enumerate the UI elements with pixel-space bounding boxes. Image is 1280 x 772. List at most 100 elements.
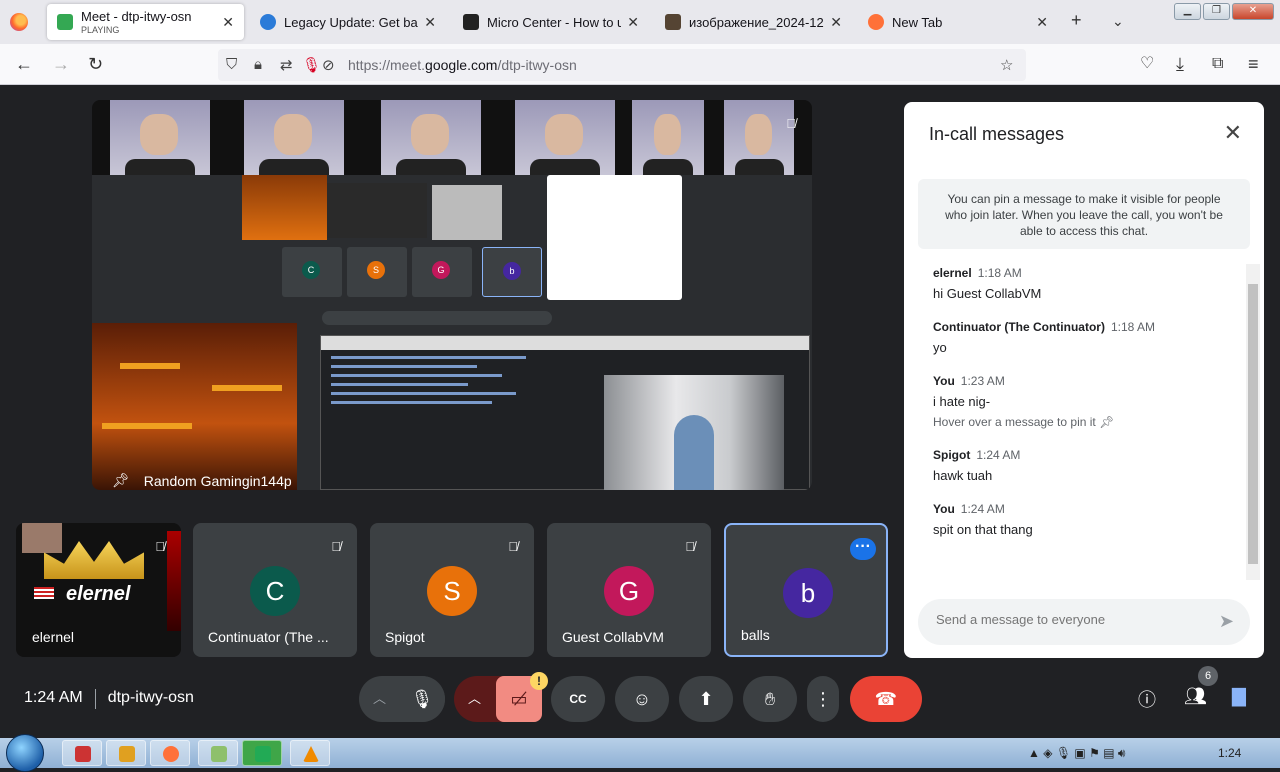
video-controls: ︿ ▭̸ ! bbox=[454, 672, 548, 722]
close-icon[interactable]: ✕ bbox=[1224, 120, 1242, 146]
chat-message[interactable]: You 1:24 AM spit on that thang bbox=[933, 502, 1243, 537]
message-sender: elernel bbox=[933, 266, 972, 280]
tile-banner-text: elernel bbox=[66, 583, 131, 605]
taskbar-item[interactable] bbox=[242, 740, 282, 766]
chat-message[interactable]: Spigot 1:24 AM hawk tuah bbox=[933, 448, 1243, 483]
taskbar-item[interactable] bbox=[150, 740, 190, 766]
present-button[interactable]: ⬆︎ bbox=[679, 676, 733, 722]
forward-arrow-icon[interactable]: → bbox=[52, 54, 70, 74]
message-time: 1:24 AM bbox=[976, 448, 1021, 462]
network-tray-icon[interactable]: ◈ bbox=[1043, 746, 1052, 760]
maximize-button[interactable]: ❐ bbox=[1203, 3, 1230, 20]
more-options-icon[interactable]: ··· bbox=[850, 538, 876, 560]
url-text[interactable]: https://meet.google.com/dtp-itwy-osn bbox=[348, 57, 577, 73]
hand-icon: ✋︎ bbox=[764, 689, 776, 709]
tab-image[interactable]: изображение_2024-12-08_ ✕ bbox=[655, 4, 852, 40]
reload-icon[interactable]: ↻ bbox=[88, 54, 103, 74]
chat-panel: In-call messages ✕ You can pin a message… bbox=[904, 102, 1264, 658]
message-text: i hate nig- bbox=[933, 394, 991, 409]
close-tab-icon[interactable]: ✕ bbox=[1036, 14, 1048, 31]
message-text: hi Guest CollabVM bbox=[933, 286, 1042, 301]
audio-controls: ︿ 🎙︎ bbox=[359, 676, 445, 722]
emoji-button[interactable]: ☺ bbox=[615, 676, 669, 722]
tray-icon[interactable]: ▣ bbox=[1074, 746, 1085, 760]
participant-name: Spigot bbox=[385, 629, 425, 645]
more-options-button[interactable]: ⋮ bbox=[807, 676, 839, 722]
list-tabs-chevron-icon[interactable]: ⌄ bbox=[1112, 13, 1124, 30]
video-frame bbox=[632, 100, 704, 175]
chat-scrollbar[interactable] bbox=[1246, 264, 1260, 580]
pinned-video[interactable]: C S G b 🎙̸ 📌︎ Random Gamingin144p bbox=[92, 100, 812, 490]
people-icon[interactable]: 👥︎ bbox=[1184, 686, 1207, 707]
meet-favicon-icon bbox=[57, 14, 73, 30]
back-arrow-icon[interactable]: ← bbox=[15, 54, 33, 74]
microphone-permission-icon[interactable]: 🎙︎ bbox=[302, 56, 321, 74]
microphone-icon[interactable]: 🎙︎ bbox=[399, 676, 445, 722]
audio-options-chevron-icon[interactable]: ︿ bbox=[373, 676, 386, 722]
send-icon[interactable]: ➤ bbox=[1219, 611, 1234, 632]
tab-title: Meet - dtp-itwy-osn bbox=[81, 9, 192, 24]
tab-title: Legacy Update: Get back o bbox=[284, 14, 418, 30]
close-tab-icon[interactable]: ✕ bbox=[222, 14, 234, 31]
new-tab-plus-icon[interactable]: + bbox=[1071, 10, 1082, 31]
captions-button[interactable]: CC bbox=[551, 676, 605, 722]
url-bar[interactable]: ⛉ 🔒︎ ⇄ 🎙︎ ⊘ https://meet.google.com/dtp-… bbox=[218, 49, 1026, 81]
start-button[interactable] bbox=[6, 734, 44, 772]
lock-icon[interactable]: 🔒︎ bbox=[254, 56, 262, 73]
camera-blocked-icon[interactable]: ⊘ bbox=[322, 56, 335, 74]
minimize-button[interactable]: ▁ bbox=[1174, 3, 1201, 20]
taskbar-item[interactable] bbox=[290, 740, 330, 766]
close-tab-icon[interactable]: ✕ bbox=[424, 14, 436, 31]
chat-message[interactable]: You 1:23 AM i hate nig- Hover over a mess… bbox=[933, 374, 1243, 429]
participant-tile-guest[interactable]: G 🎙̸ Guest CollabVM bbox=[547, 523, 711, 657]
taskbar-item[interactable] bbox=[198, 740, 238, 766]
close-tab-icon[interactable]: ✕ bbox=[627, 14, 639, 31]
taskbar-item[interactable] bbox=[106, 740, 146, 766]
pin-icon[interactable]: 📌︎ bbox=[112, 472, 130, 489]
shield-icon[interactable]: ⛉ bbox=[226, 56, 237, 73]
tab-micro-center[interactable]: Micro Center - How to upg ✕ bbox=[453, 4, 649, 40]
taskbar-item[interactable] bbox=[62, 740, 102, 766]
video-frame bbox=[381, 100, 481, 175]
info-icon[interactable]: ⓘ bbox=[1138, 686, 1156, 712]
tab-meet[interactable]: Meet - dtp-itwy-osn PLAYING ✕ bbox=[47, 4, 244, 40]
participant-tile-balls[interactable]: b ··· balls bbox=[724, 523, 888, 657]
participant-tile-spigot[interactable]: S 🎙̸ Spigot bbox=[370, 523, 534, 657]
mic-tray-icon[interactable]: 🎙︎ bbox=[1056, 746, 1071, 760]
tab-new-tab[interactable]: New Tab ✕ bbox=[858, 4, 1058, 40]
tray-icon[interactable]: ▤ bbox=[1103, 746, 1114, 760]
leave-call-button[interactable]: ☎︎ bbox=[850, 676, 922, 722]
bookmark-star-icon[interactable]: ☆ bbox=[1000, 56, 1013, 74]
nested-thumbnail bbox=[432, 185, 502, 240]
taskbar-clock[interactable]: 1:24 bbox=[1218, 746, 1241, 760]
flag-tray-icon[interactable]: ⚑ bbox=[1089, 746, 1100, 760]
volume-icon[interactable]: 🔊︎ bbox=[1118, 746, 1126, 760]
menu-icon[interactable]: ≡ bbox=[1248, 54, 1259, 74]
meeting-time: 1:24 AM bbox=[24, 689, 83, 706]
extensions-icon[interactable]: ⧉ bbox=[1212, 54, 1223, 74]
firefox-icon bbox=[163, 746, 179, 762]
windows-taskbar: ▲ ◈ 🎙︎ ▣ ⚑ ▤ 🔊︎ 1:24 bbox=[0, 734, 1280, 772]
warning-icon: ! bbox=[530, 672, 548, 690]
permissions-icon[interactable]: ⇄ bbox=[280, 56, 293, 74]
close-window-button[interactable]: ✕ bbox=[1232, 3, 1274, 20]
download-icon[interactable]: ⤓ bbox=[1176, 54, 1184, 74]
mic-off-icon: 🎙̸ bbox=[331, 539, 341, 554]
chat-message[interactable]: Continuator (The Continuator) 1:18 AM yo bbox=[933, 320, 1243, 355]
participant-tile-continuator[interactable]: C 🎙̸ Continuator (The ... bbox=[193, 523, 357, 657]
vlc-icon bbox=[303, 746, 319, 762]
tab-legacy-update[interactable]: Legacy Update: Get back o ✕ bbox=[250, 4, 446, 40]
raise-hand-button[interactable]: ✋︎ bbox=[743, 676, 797, 722]
participant-tile-elernel[interactable]: elernel 🎙̸ elernel bbox=[16, 523, 181, 657]
pin-icon[interactable]: 📌︎ bbox=[1099, 415, 1114, 429]
vlc-tray-icon[interactable]: ▲ bbox=[1028, 746, 1040, 760]
chat-message[interactable]: elernel 1:18 AM hi Guest CollabVM bbox=[933, 266, 1243, 301]
close-tab-icon[interactable]: ✕ bbox=[830, 14, 842, 31]
emoji-icon: ☺ bbox=[632, 689, 652, 709]
chat-message-input[interactable] bbox=[936, 612, 1196, 627]
pocket-icon[interactable]: ♡ bbox=[1140, 54, 1154, 74]
video-options-chevron-icon[interactable]: ︿ bbox=[468, 676, 481, 722]
chat-icon[interactable]: ▇ bbox=[1232, 686, 1246, 707]
nested-game-thumbnail bbox=[242, 175, 327, 240]
message-sender: You bbox=[933, 374, 955, 388]
